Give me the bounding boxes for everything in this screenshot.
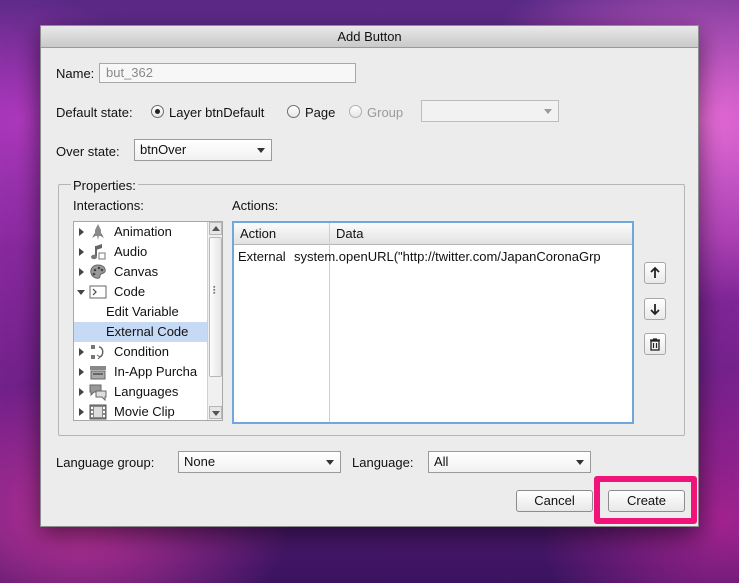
chevron-down-icon: [576, 460, 584, 465]
terminal-icon: [89, 285, 107, 299]
chevron-down-icon: [257, 148, 265, 153]
music-note-icon: [91, 244, 106, 260]
language-group-label: Language group:: [56, 455, 155, 470]
move-up-button[interactable]: [644, 262, 666, 284]
default-state-label: Default state:: [56, 105, 133, 120]
tree-item-label: Canvas: [114, 264, 159, 279]
scroll-down-button[interactable]: [209, 406, 222, 419]
disclosure-triangle-icon[interactable]: [79, 368, 84, 376]
over-state-value: btnOver: [140, 142, 187, 157]
dialog-title: Add Button: [41, 26, 698, 48]
chevron-down-icon: [326, 460, 334, 465]
tree-item-label: Movie Clip: [114, 404, 175, 419]
tree-item-audio[interactable]: Audio: [74, 242, 207, 262]
tree-item-condition[interactable]: Condition: [74, 342, 207, 362]
tree-item-label: Condition: [114, 344, 169, 359]
actions-label: Actions:: [232, 198, 279, 213]
palette-icon: [90, 264, 106, 279]
tree-item-external-code[interactable]: External Code: [74, 322, 207, 342]
tree-item-label: Languages: [114, 384, 179, 399]
over-state-select[interactable]: btnOver: [134, 139, 272, 161]
arrow-up-icon: [650, 266, 660, 278]
group-select[interactable]: [421, 100, 559, 122]
name-label: Name:: [56, 66, 95, 81]
actions-table-header: Action Data: [234, 223, 632, 245]
language-group-value: None: [184, 454, 216, 469]
radio-layer-btndefault[interactable]: [151, 105, 164, 118]
tree-item-canvas[interactable]: Canvas: [74, 262, 207, 282]
chevron-down-icon: [544, 109, 552, 114]
language-select[interactable]: All: [428, 451, 591, 473]
tree-item-edit-variable[interactable]: Edit Variable: [74, 302, 207, 322]
name-field[interactable]: but_362: [99, 63, 356, 83]
cell-action: External: [238, 249, 286, 264]
grip-icon: ▪ ▪ ▪: [213, 284, 216, 297]
actions-table[interactable]: Action Data External system.openURL("htt…: [232, 221, 634, 424]
add-button-dialog: Add Button Name: but_362 Default state: …: [40, 25, 699, 527]
move-down-button[interactable]: [644, 298, 666, 320]
trash-icon: [650, 338, 660, 351]
cash-register-icon: [90, 366, 106, 380]
create-button-highlight: [594, 476, 697, 524]
properties-legend: Properties:: [71, 178, 138, 193]
delete-button[interactable]: [644, 333, 666, 355]
language-group-select[interactable]: None: [178, 451, 341, 473]
tree-item-animation[interactable]: Animation: [74, 222, 207, 242]
over-state-label: Over state:: [56, 144, 120, 159]
column-header-data[interactable]: Data: [330, 223, 363, 245]
cell-data: system.openURL("http://twitter.com/Japan…: [294, 249, 601, 264]
tree-scrollbar[interactable]: ▪ ▪ ▪: [207, 222, 222, 420]
disclosure-triangle-icon[interactable]: [79, 248, 84, 256]
tree-item-languages[interactable]: Languages: [74, 382, 207, 402]
language-label: Language:: [352, 455, 414, 470]
arrow-up-icon: [212, 226, 220, 231]
disclosure-triangle-icon[interactable]: [79, 388, 84, 396]
tree-item-in-app-purchase[interactable]: In-App Purcha: [74, 362, 207, 382]
tree-item-label: In-App Purcha: [114, 364, 198, 379]
speech-bubbles-icon: [89, 384, 107, 401]
interactions-tree[interactable]: Animation Audio Canvas Code Edit Variabl…: [73, 221, 223, 421]
scroll-thumb[interactable]: [209, 237, 222, 377]
radio-group[interactable]: [349, 105, 362, 118]
disclosure-triangle-expanded-icon[interactable]: [77, 290, 85, 295]
film-icon: [89, 404, 107, 420]
language-value: All: [434, 454, 449, 469]
radio-page-label: Page: [305, 105, 336, 120]
tree-item-label: Code: [114, 284, 146, 299]
tree-item-code[interactable]: Code: [74, 282, 207, 302]
interactions-label: Interactions:: [73, 198, 144, 213]
cancel-button[interactable]: Cancel: [516, 490, 593, 512]
condition-icon: [91, 345, 104, 360]
disclosure-triangle-icon[interactable]: [79, 348, 84, 356]
arrow-down-icon: [650, 304, 660, 316]
disclosure-triangle-icon[interactable]: [79, 408, 84, 416]
arrow-down-icon: [212, 411, 220, 416]
tree-item-label: Edit Variable: [106, 304, 179, 319]
column-header-action[interactable]: Action: [234, 223, 329, 245]
scroll-up-button[interactable]: [209, 222, 222, 235]
radio-layer-btndefault-label: Layer btnDefault: [169, 105, 265, 120]
rocket-icon: [92, 224, 104, 240]
tree-item-movie-clip[interactable]: Movie Clip: [74, 402, 207, 420]
radio-page[interactable]: [287, 105, 300, 118]
tree-item-label: Animation: [114, 224, 172, 239]
disclosure-triangle-icon[interactable]: [79, 228, 84, 236]
disclosure-triangle-icon[interactable]: [79, 268, 84, 276]
radio-group-label: Group: [367, 105, 404, 120]
tree-item-label: External Code: [106, 324, 189, 339]
tree-item-label: Audio: [114, 244, 148, 259]
